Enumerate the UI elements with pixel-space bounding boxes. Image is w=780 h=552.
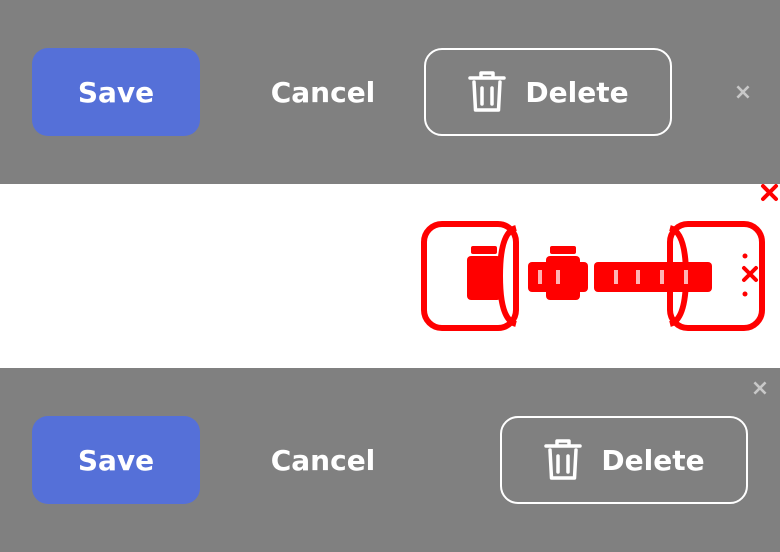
trash-icon <box>468 71 507 112</box>
toolbar-top: Save Cancel Delete × <box>0 0 780 184</box>
delete-label: Delete <box>525 75 629 109</box>
cancel-label: Cancel <box>270 75 376 109</box>
delete-label: Delete <box>601 443 705 477</box>
close-icon[interactable]: × <box>750 376 770 401</box>
delete-button[interactable]: Delete <box>500 416 748 504</box>
cancel-label: Cancel <box>270 443 376 477</box>
save-label: Save <box>77 75 155 109</box>
toolbar-bottom: Save Cancel Delete × <box>0 368 780 552</box>
diff-highlight-overlay <box>421 184 778 331</box>
diff-panel <box>0 184 780 368</box>
save-label: Save <box>77 443 155 477</box>
cancel-button[interactable]: Cancel <box>248 48 398 136</box>
close-icon[interactable]: × <box>733 80 753 105</box>
save-button[interactable]: Save <box>32 416 200 504</box>
trash-icon <box>544 439 583 480</box>
delete-button[interactable]: Delete <box>424 48 672 136</box>
cancel-button[interactable]: Cancel <box>248 416 398 504</box>
save-button[interactable]: Save <box>32 48 200 136</box>
